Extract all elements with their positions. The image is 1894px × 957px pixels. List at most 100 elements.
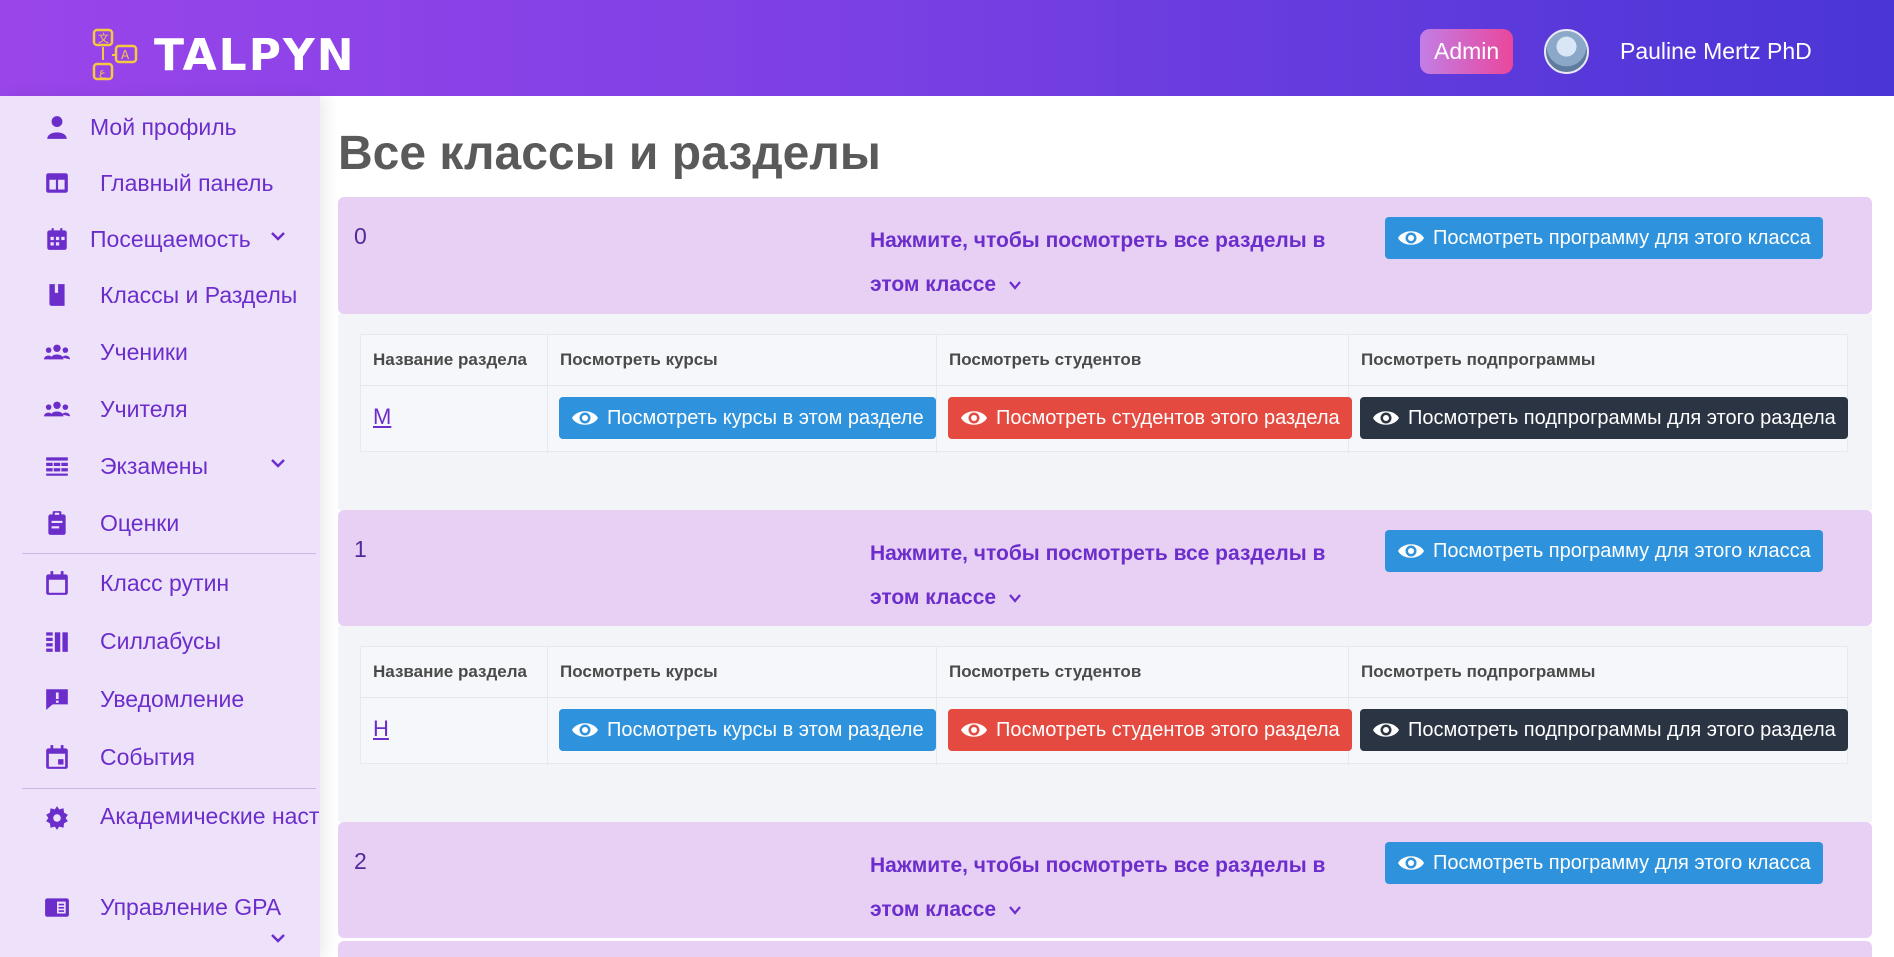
view-students-label: Посмотреть студентов этого раздела <box>996 407 1340 429</box>
sidebar-item-notifications[interactable]: Уведомление <box>0 686 320 726</box>
book-icon <box>49 284 65 306</box>
sidebar-divider <box>22 788 316 789</box>
sidebar-item-classes[interactable]: Классы и Разделы <box>0 282 320 322</box>
class-panel[interactable]: 0 Нажмите, чтобы посмотреть все разделы … <box>338 197 1872 314</box>
view-courses-button[interactable]: Посмотреть курсы в этом разделе <box>559 397 936 439</box>
view-students-button[interactable]: Посмотреть студентов этого раздела <box>948 397 1352 439</box>
table-icon <box>46 457 68 476</box>
eye-icon <box>1373 723 1399 737</box>
header-view-courses: Посмотреть курсы <box>560 350 718 369</box>
header-view-students: Посмотреть студентов <box>949 350 1142 369</box>
top-header: 文 A ع TALPYN Admin Pauline Mertz PhD <box>0 0 1894 96</box>
class-panel[interactable]: 1 Нажмите, чтобы посмотреть все разделы … <box>338 510 1872 626</box>
sidebar-item-academic-settings[interactable]: Академические настройки <box>0 803 320 875</box>
gear-icon <box>46 806 68 830</box>
svg-text:文: 文 <box>98 31 109 45</box>
view-students-button[interactable]: Посмотреть студентов этого раздела <box>948 709 1352 751</box>
sidebar: Мой профиль Главный панель Посещаемость … <box>0 96 320 957</box>
class-panel[interactable] <box>338 941 1872 957</box>
alert-message-icon <box>46 689 68 710</box>
expand-sections-label: Нажмите, чтобы посмотреть все разделы в … <box>870 542 1326 609</box>
section-name-link[interactable]: M <box>373 404 391 430</box>
view-courses-label: Посмотреть курсы в этом разделе <box>607 407 924 429</box>
sidebar-item-gpa[interactable]: Управление GPA <box>0 894 320 954</box>
header-view-courses: Посмотреть курсы <box>560 662 718 681</box>
sidebar-item-grades[interactable]: Оценки <box>0 510 320 550</box>
sidebar-item-profile[interactable]: Мой профиль <box>0 114 320 154</box>
view-subprograms-label: Посмотреть подпрограммы для этого раздел… <box>1408 719 1836 741</box>
view-students-label: Посмотреть студентов этого раздела <box>996 719 1340 741</box>
calendar-grid-icon <box>47 228 67 250</box>
class-name: 1 <box>354 536 367 562</box>
calendar-icon <box>46 571 68 595</box>
sidebar-item-label: Академические настройки <box>100 803 320 829</box>
eye-icon <box>1398 231 1424 245</box>
view-courses-button[interactable]: Посмотреть курсы в этом разделе <box>559 709 936 751</box>
role-badge[interactable]: Admin <box>1420 29 1514 74</box>
view-program-button[interactable]: Посмотреть программу для этого класса <box>1385 842 1823 884</box>
sidebar-item-students[interactable]: Ученики <box>0 339 320 379</box>
eye-icon <box>1373 411 1399 425</box>
user-avatar[interactable] <box>1544 29 1589 74</box>
sections-table: Название раздела Посмотреть курсы Посмот… <box>360 646 1849 765</box>
sidebar-item-label: Учителя <box>100 396 188 422</box>
svg-text:A: A <box>121 48 130 62</box>
sidebar-item-label: Силлабусы <box>100 628 222 654</box>
view-subprograms-button[interactable]: Посмотреть подпрограммы для этого раздел… <box>1360 709 1848 751</box>
sections-table: Название раздела Посмотреть курсы Посмот… <box>360 334 1849 453</box>
eye-icon <box>1398 856 1424 870</box>
chevron-down-icon <box>1009 594 1021 604</box>
expand-sections-link[interactable]: Нажмите, чтобы посмотреть все разделы в … <box>870 532 1350 620</box>
sections-area: Название раздела Посмотреть курсы Посмот… <box>338 314 1872 510</box>
expand-sections-label: Нажмите, чтобы посмотреть все разделы в … <box>870 229 1326 296</box>
sidebar-item-syllabus[interactable]: Силлабусы <box>0 628 320 668</box>
table-row: H <box>361 697 547 764</box>
eye-icon <box>1398 544 1424 558</box>
sidebar-divider <box>22 553 316 554</box>
chevron-down-icon <box>1009 906 1021 916</box>
chevron-down-icon[interactable] <box>270 455 286 471</box>
sidebar-item-attendance[interactable]: Посещаемость <box>0 226 320 266</box>
sidebar-item-label: События <box>100 744 195 770</box>
sidebar-item-teachers[interactable]: Учителя <box>0 396 320 436</box>
event-icon <box>46 745 68 769</box>
table-row: M <box>361 385 547 452</box>
eye-icon <box>961 723 987 737</box>
sidebar-item-label: Мой профиль <box>90 114 237 140</box>
view-subprograms-label: Посмотреть подпрограммы для этого раздел… <box>1408 407 1836 429</box>
eye-icon <box>572 723 598 737</box>
view-courses-label: Посмотреть курсы в этом разделе <box>607 719 924 741</box>
eye-icon <box>961 411 987 425</box>
table-divider <box>361 385 1849 386</box>
user-name[interactable]: Pauline Mertz PhD <box>1620 38 1812 65</box>
sidebar-item-label: Посещаемость <box>90 226 251 252</box>
view-program-button[interactable]: Посмотреть программу для этого класса <box>1385 217 1823 259</box>
sidebar-item-label: Главный панель <box>100 170 274 196</box>
user-icon <box>47 116 67 139</box>
view-subprograms-button[interactable]: Посмотреть подпрограммы для этого раздел… <box>1360 397 1848 439</box>
class-name: 2 <box>354 848 367 874</box>
expand-sections-link[interactable]: Нажмите, чтобы посмотреть все разделы в … <box>870 844 1350 932</box>
header-view-subprograms: Посмотреть подпрограммы <box>1361 662 1596 681</box>
expand-sections-link[interactable]: Нажмите, чтобы посмотреть все разделы в … <box>870 219 1350 307</box>
eye-icon <box>572 411 598 425</box>
view-program-label: Посмотреть программу для этого класса <box>1433 852 1811 874</box>
users-icon <box>44 401 70 417</box>
clipboard-icon <box>48 511 66 535</box>
view-program-label: Посмотреть программу для этого класса <box>1433 227 1811 249</box>
sidebar-item-class-routine[interactable]: Класс рутин <box>0 570 320 610</box>
translate-logo-icon: 文 A ع <box>88 26 150 84</box>
users-icon <box>44 344 70 360</box>
chevron-down-icon[interactable] <box>270 228 286 244</box>
sidebar-item-label: Уведомление <box>100 686 245 712</box>
chevron-down-icon[interactable] <box>270 930 286 946</box>
header-section-name: Название раздела <box>373 350 527 369</box>
header-section-name: Название раздела <box>373 662 527 681</box>
section-name-link[interactable]: H <box>373 716 389 742</box>
sidebar-item-exams[interactable]: Экзамены <box>0 453 320 493</box>
logo[interactable]: 文 A ع TALPYN <box>88 26 356 84</box>
sidebar-item-dashboard[interactable]: Главный панель <box>0 170 320 210</box>
class-panel[interactable]: 2 Нажмите, чтобы посмотреть все разделы … <box>338 822 1872 938</box>
view-program-button[interactable]: Посмотреть программу для этого класса <box>1385 530 1823 572</box>
sidebar-item-events[interactable]: События <box>0 744 320 784</box>
